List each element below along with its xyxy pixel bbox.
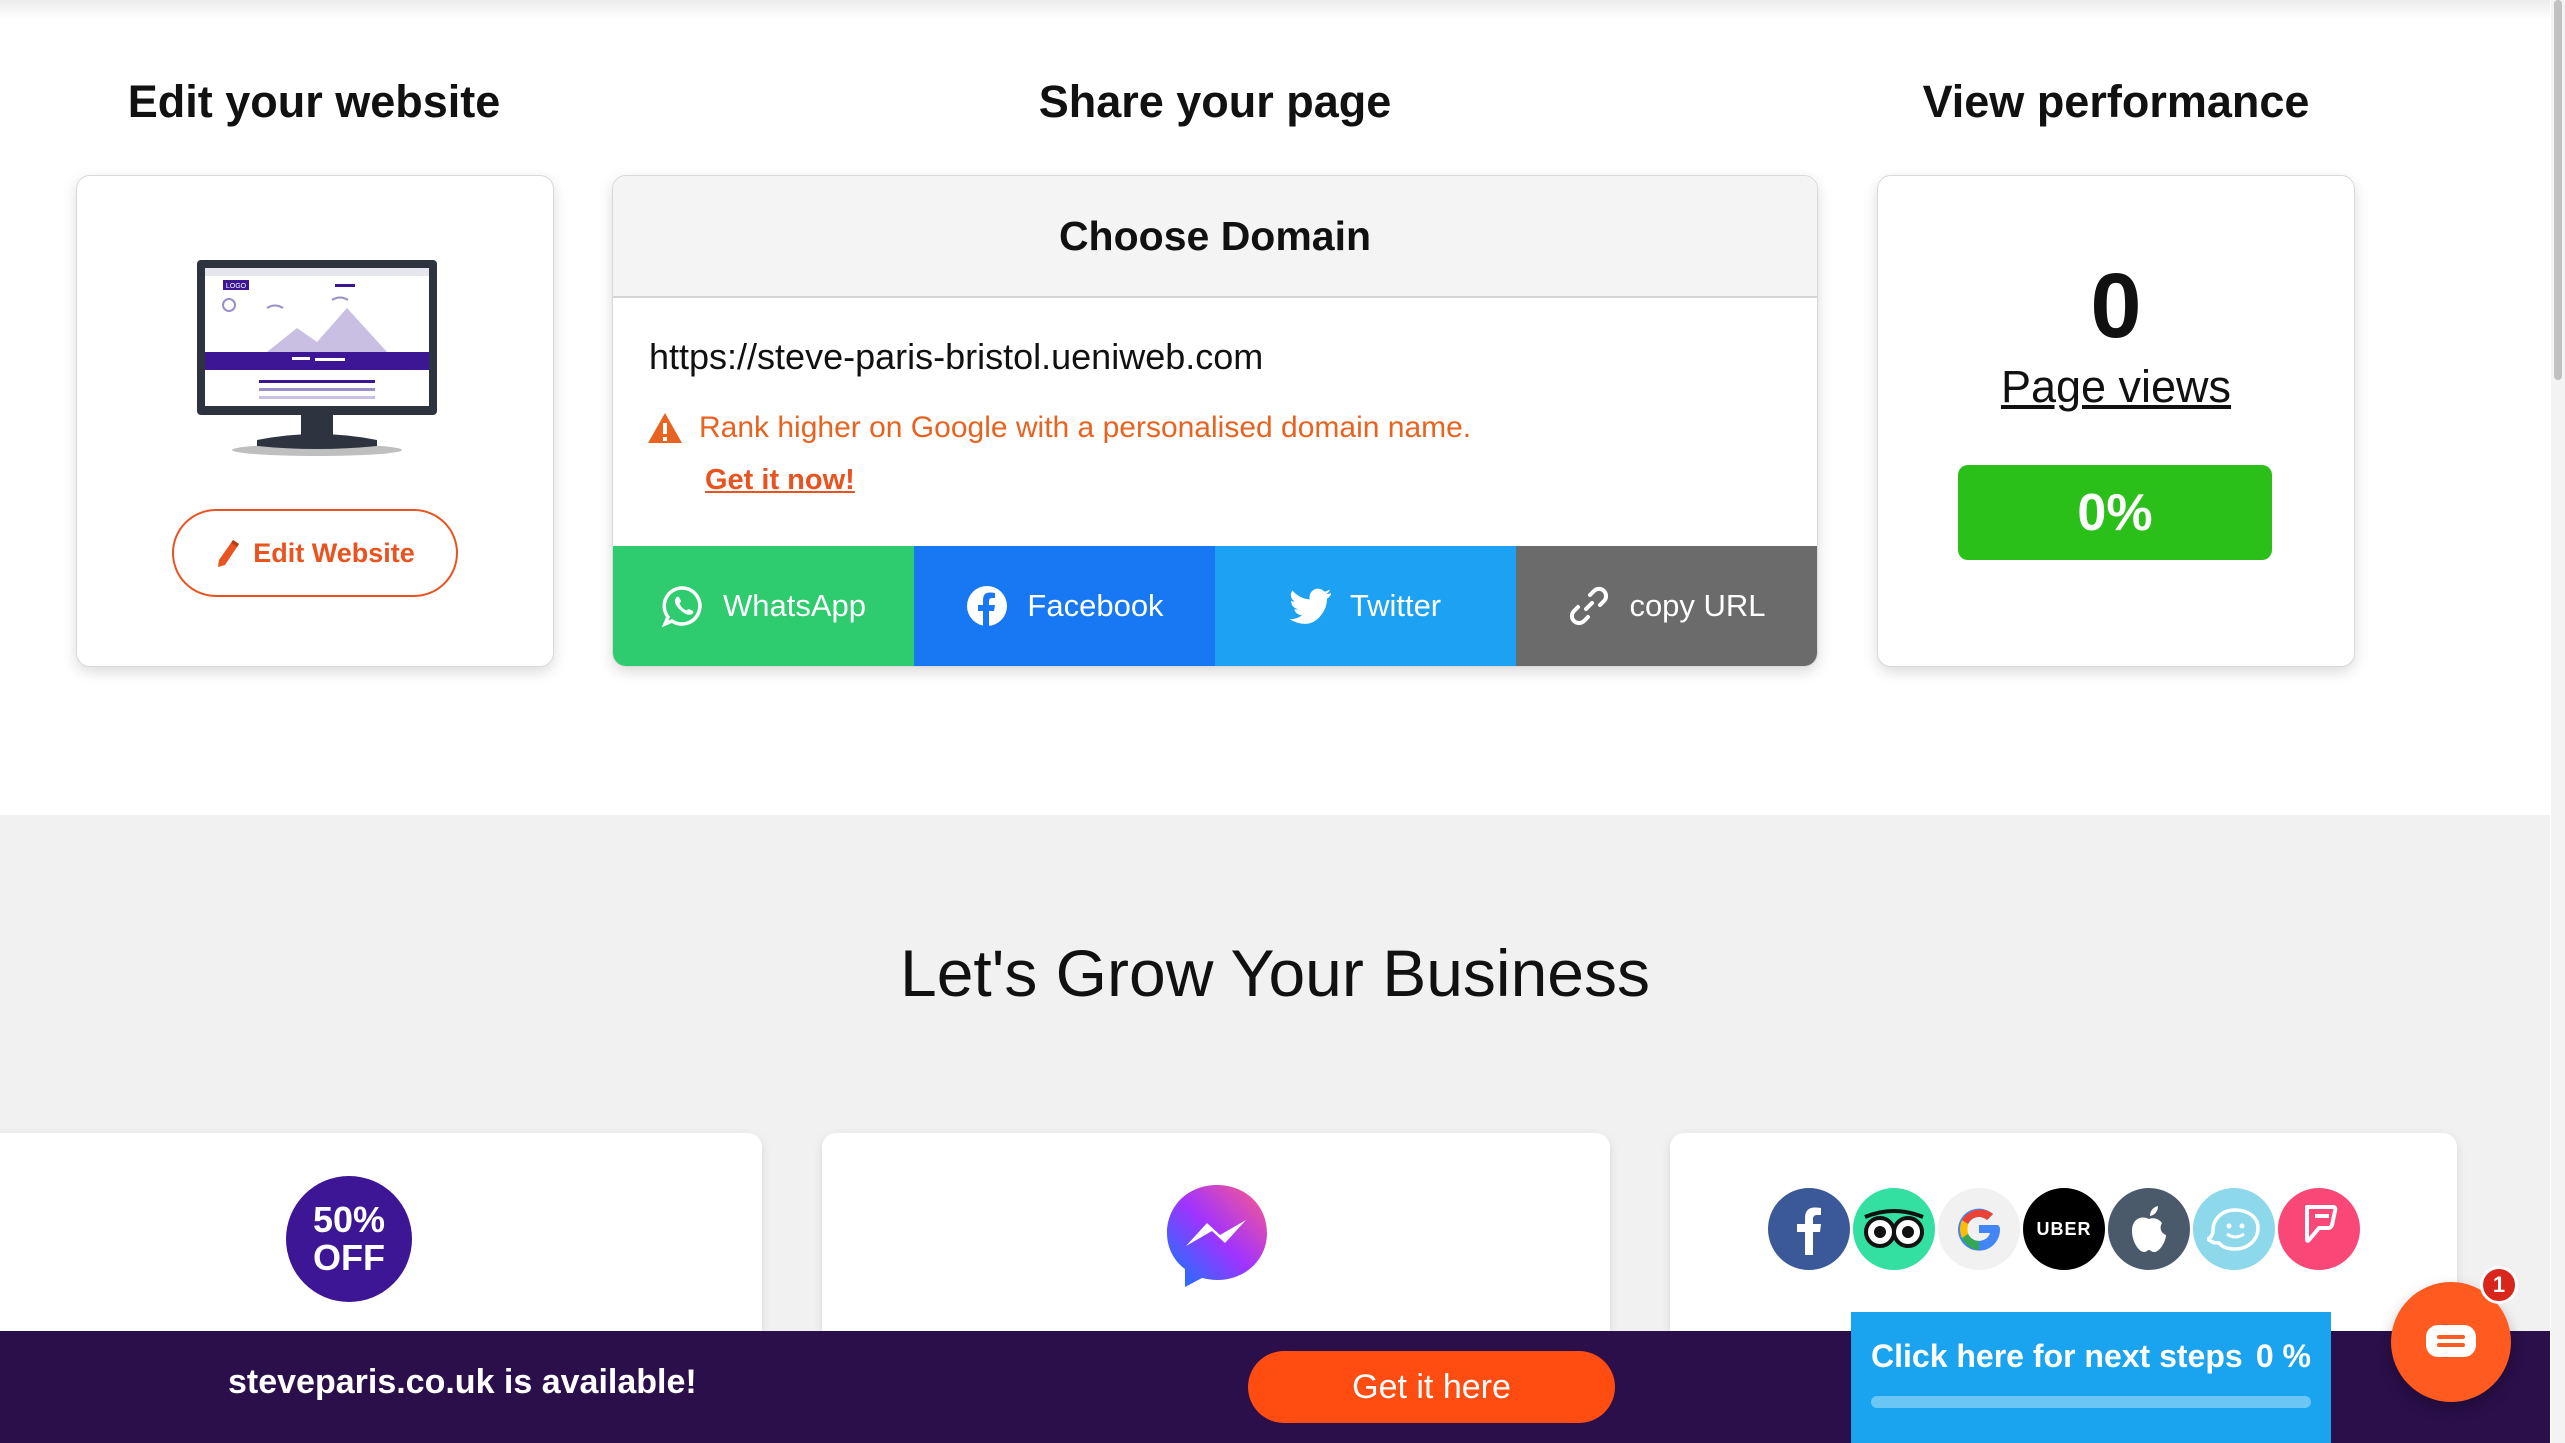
share-facebook-label: Facebook <box>1027 588 1164 623</box>
google-icon <box>1935 1185 2023 1273</box>
copy-url-label: copy URL <box>1629 588 1766 623</box>
share-twitter-label: Twitter <box>1349 588 1442 623</box>
share-whatsapp-button[interactable]: WhatsApp <box>613 546 914 666</box>
page-views-link[interactable]: Page views <box>1878 361 2354 413</box>
apple-icon <box>2105 1185 2193 1273</box>
discount-percent: 50% <box>312 1199 386 1240</box>
performance-percent-badge: 0% <box>1958 465 2272 560</box>
performance-card: 0 Page views 0% <box>1877 175 2355 667</box>
get-domain-link[interactable]: Get it now! <box>705 464 855 497</box>
domain-warning: Rank higher on Google with a personalise… <box>647 411 1471 445</box>
foursquare-icon <box>2275 1185 2363 1273</box>
pencil-icon <box>218 540 240 567</box>
discount-badge: 50% OFF <box>286 1176 412 1302</box>
waze-icon <box>2190 1185 2278 1273</box>
get-it-here-button[interactable]: Get it here <box>1248 1351 1615 1423</box>
chat-notification-badge: 1 <box>2480 1266 2518 1304</box>
next-steps-widget[interactable]: Click here for next steps 0 % <box>1851 1312 2331 1443</box>
grow-business-title: Let's Grow Your Business <box>899 936 1650 1010</box>
page-views-count: 0 <box>2090 255 2142 357</box>
warning-icon <box>648 413 682 443</box>
scrollbar-thumb[interactable] <box>2554 0 2562 380</box>
scrollbar[interactable] <box>2551 0 2565 1443</box>
edit-website-button[interactable]: Edit Website <box>172 509 458 597</box>
share-whatsapp-label: WhatsApp <box>722 588 866 623</box>
performance-section-title: View performance <box>1922 76 2310 127</box>
edit-section-title: Edit your website <box>127 76 501 127</box>
messenger-icon <box>1167 1185 1267 1287</box>
choose-domain-header: Choose Domain <box>613 176 1817 298</box>
next-steps-percent: 0 % <box>2255 1338 2311 1374</box>
edit-website-card: LOGO Edit Website <box>76 175 554 667</box>
next-steps-label: Click here for next steps <box>1871 1338 2243 1374</box>
domain-warning-text: Rank higher on Google with a personalise… <box>699 411 1472 444</box>
site-url: https://steve-paris-bristol.ueniweb.com <box>649 336 1264 377</box>
discount-off-label: OFF <box>313 1237 385 1278</box>
whatsapp-icon <box>661 586 702 628</box>
share-facebook-button[interactable]: Facebook <box>914 546 1215 666</box>
uber-icon: UBER <box>2020 1185 2108 1273</box>
choose-domain-card: Choose Domain https://steve-paris-bristo… <box>612 175 1818 667</box>
chat-icon <box>2426 1325 2476 1357</box>
header-shadow <box>0 0 2550 20</box>
facebook-listing-icon <box>1765 1185 1853 1273</box>
listing-icons-row: UBER <box>1765 1185 2363 1273</box>
domain-available-text: steveparis.co.uk is available! <box>228 1363 697 1401</box>
share-section-title: Share your page <box>1038 76 1392 127</box>
share-twitter-button[interactable]: Twitter <box>1215 546 1516 666</box>
twitter-icon <box>1289 588 1331 624</box>
facebook-icon <box>967 586 1008 626</box>
preview-logo-text: LOGO <box>226 283 247 290</box>
share-buttons-row: WhatsApp Facebook Twitter copy URL <box>613 546 1817 666</box>
edit-website-label: Edit Website <box>253 537 415 568</box>
next-steps-progress-bar <box>1871 1396 2311 1408</box>
uber-label: UBER <box>2036 1218 2092 1239</box>
website-preview-illustration: LOGO <box>197 260 437 456</box>
copy-url-button[interactable]: copy URL <box>1516 546 1817 666</box>
link-icon <box>1570 586 1609 626</box>
tripadvisor-icon <box>1850 1185 1938 1273</box>
